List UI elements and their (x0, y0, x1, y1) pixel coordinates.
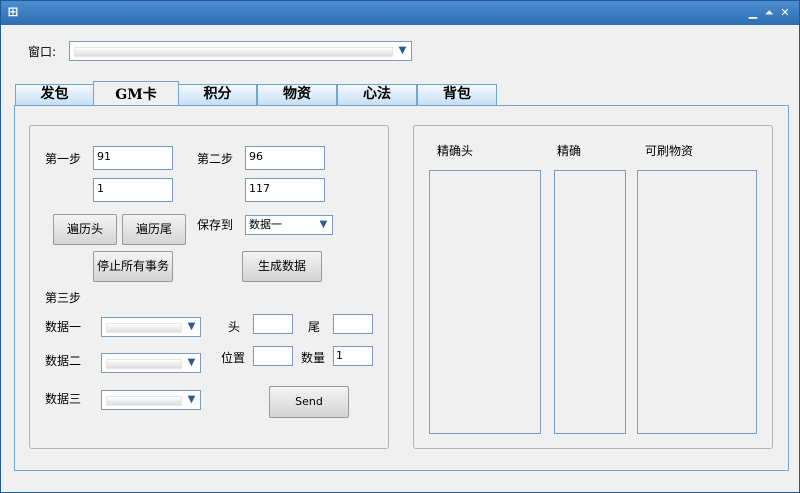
data3-select-track (106, 396, 182, 406)
step2-input-a[interactable]: 96 (245, 146, 325, 170)
chevron-down-icon[interactable]: ▼ (317, 218, 330, 232)
window-select[interactable]: ▼ (69, 41, 412, 61)
window-select-track (74, 47, 393, 57)
app-window: ⊞ ▁ ⏶ ✕ 窗口: ▼ 发包 GM卡 积分 物资 心法 背包 第一步 91 … (0, 0, 800, 493)
send-button[interactable]: Send (269, 386, 349, 418)
save-to-value: 数据一 (249, 218, 282, 231)
head-input[interactable] (253, 314, 293, 334)
tab-gm-card[interactable]: GM卡 (93, 81, 179, 106)
position-label: 位置 (221, 351, 246, 365)
maximize-icon[interactable]: ⏶ (761, 5, 777, 21)
data2-select-track (106, 359, 182, 369)
quantity-input[interactable]: 1 (333, 346, 373, 366)
data3-label: 数据三 (45, 392, 82, 406)
step2-label: 第二步 (197, 152, 234, 166)
traverse-tail-button[interactable]: 遍历尾 (122, 214, 186, 245)
step2-input-b[interactable]: 117 (245, 178, 325, 202)
chevron-down-icon[interactable]: ▼ (185, 320, 198, 334)
tab-send-packet[interactable]: 发包 (15, 84, 94, 105)
chevron-down-icon[interactable]: ▼ (185, 393, 198, 407)
col2-header: 精确 (557, 144, 582, 158)
data1-select-track (106, 323, 182, 333)
tab-mental-method[interactable]: 心法 (337, 84, 417, 105)
data2-select[interactable]: ▼ (101, 353, 201, 373)
close-icon[interactable]: ✕ (777, 5, 793, 21)
stop-all-tasks-button[interactable]: 停止所有事务 (93, 251, 173, 282)
position-input[interactable] (253, 346, 293, 366)
head-label: 头 (228, 320, 241, 334)
tail-input[interactable] (333, 314, 373, 334)
step3-label: 第三步 (45, 291, 82, 305)
list-precise-head[interactable] (429, 170, 541, 434)
data1-select[interactable]: ▼ (101, 317, 201, 337)
data2-label: 数据二 (45, 354, 82, 368)
window-label: 窗口: (28, 45, 57, 59)
list-precise[interactable] (554, 170, 626, 434)
tab-supplies[interactable]: 物资 (257, 84, 337, 105)
chevron-down-icon[interactable]: ▼ (396, 44, 409, 58)
data3-select[interactable]: ▼ (101, 390, 201, 410)
minimize-icon[interactable]: ▁ (745, 5, 761, 21)
list-refreshable-supplies[interactable] (637, 170, 757, 434)
chevron-down-icon[interactable]: ▼ (185, 356, 198, 370)
tab-backpack[interactable]: 背包 (417, 84, 497, 105)
tab-points[interactable]: 积分 (178, 84, 257, 105)
data1-label: 数据一 (45, 320, 82, 334)
title-bar[interactable]: ⊞ ▁ ⏶ ✕ (1, 1, 799, 25)
generate-data-button[interactable]: 生成数据 (242, 251, 322, 282)
step1-input-a[interactable]: 91 (93, 146, 173, 170)
quantity-label: 数量 (301, 351, 326, 365)
col1-header: 精确头 (437, 144, 474, 158)
app-icon: ⊞ (7, 5, 19, 20)
save-to-select[interactable]: 数据一 ▼ (245, 215, 333, 235)
save-to-label: 保存到 (197, 218, 234, 232)
step1-label: 第一步 (45, 152, 82, 166)
step1-input-b[interactable]: 1 (93, 178, 173, 202)
tail-label: 尾 (308, 320, 321, 334)
col3-header: 可刷物资 (645, 144, 694, 158)
traverse-head-button[interactable]: 遍历头 (53, 214, 117, 245)
